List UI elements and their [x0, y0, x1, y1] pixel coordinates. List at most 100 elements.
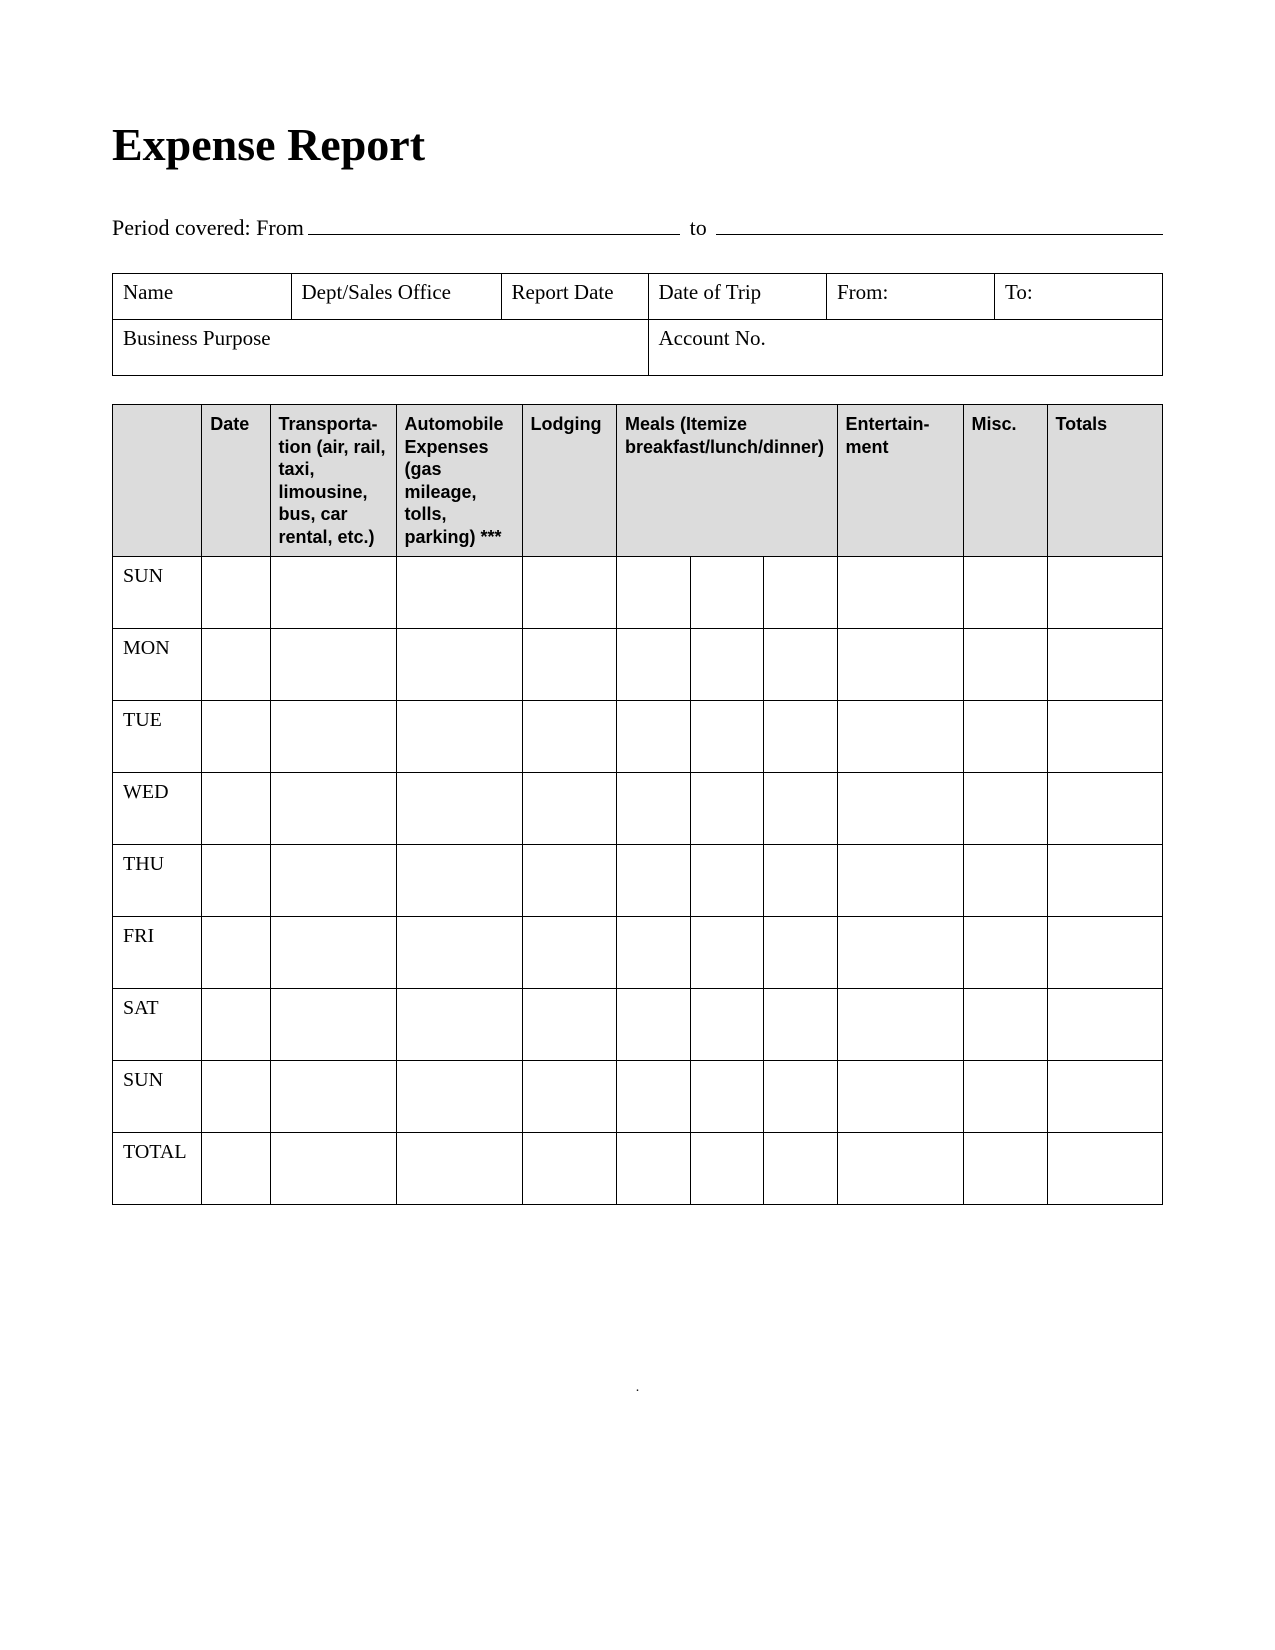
- expense-cell[interactable]: [690, 989, 764, 1061]
- expense-cell[interactable]: [396, 1133, 522, 1205]
- expense-cell[interactable]: [270, 917, 396, 989]
- expense-cell[interactable]: [617, 629, 691, 701]
- expense-cell[interactable]: [1047, 773, 1163, 845]
- business-purpose-cell[interactable]: Business Purpose: [113, 320, 649, 376]
- expense-cell[interactable]: [764, 1061, 838, 1133]
- expense-cell[interactable]: [202, 1133, 270, 1205]
- expense-cell[interactable]: [837, 773, 963, 845]
- expense-cell[interactable]: [690, 845, 764, 917]
- expense-cell[interactable]: [617, 557, 691, 629]
- expense-cell[interactable]: [764, 773, 838, 845]
- period-to-blank[interactable]: [716, 213, 1163, 235]
- expense-cell[interactable]: [1047, 989, 1163, 1061]
- expense-cell[interactable]: [764, 917, 838, 989]
- expense-cell[interactable]: [396, 845, 522, 917]
- expense-cell[interactable]: [1047, 917, 1163, 989]
- expense-cell[interactable]: [617, 701, 691, 773]
- expense-cell[interactable]: [764, 701, 838, 773]
- expense-cell[interactable]: [690, 629, 764, 701]
- expense-cell[interactable]: [837, 701, 963, 773]
- expense-cell[interactable]: [522, 629, 617, 701]
- name-cell[interactable]: Name: [113, 274, 292, 320]
- expense-cell[interactable]: [202, 629, 270, 701]
- expense-cell[interactable]: [396, 1061, 522, 1133]
- expense-cell[interactable]: [396, 917, 522, 989]
- expense-cell[interactable]: [963, 1133, 1047, 1205]
- expense-cell[interactable]: [963, 1061, 1047, 1133]
- expense-cell[interactable]: [837, 989, 963, 1061]
- expense-cell[interactable]: [202, 845, 270, 917]
- dept-cell[interactable]: Dept/Sales Office: [291, 274, 501, 320]
- expense-cell[interactable]: [1047, 629, 1163, 701]
- expense-cell[interactable]: [963, 845, 1047, 917]
- expense-cell[interactable]: [396, 701, 522, 773]
- expense-cell[interactable]: [617, 917, 691, 989]
- expense-cell[interactable]: [270, 1061, 396, 1133]
- from-cell[interactable]: From:: [827, 274, 995, 320]
- expense-cell[interactable]: [1047, 1061, 1163, 1133]
- expense-cell[interactable]: [963, 917, 1047, 989]
- expense-cell[interactable]: [837, 917, 963, 989]
- expense-cell[interactable]: [270, 845, 396, 917]
- expense-cell[interactable]: [764, 989, 838, 1061]
- expense-cell[interactable]: [837, 629, 963, 701]
- expense-cell[interactable]: [522, 701, 617, 773]
- expense-cell[interactable]: [396, 989, 522, 1061]
- expense-cell[interactable]: [202, 557, 270, 629]
- period-from-blank[interactable]: [308, 213, 680, 235]
- expense-cell[interactable]: [1047, 1133, 1163, 1205]
- expense-cell[interactable]: [396, 629, 522, 701]
- date-of-trip-cell[interactable]: Date of Trip: [648, 274, 827, 320]
- expense-cell[interactable]: [522, 1061, 617, 1133]
- expense-cell[interactable]: [690, 773, 764, 845]
- expense-cell[interactable]: [522, 989, 617, 1061]
- expense-cell[interactable]: [690, 1061, 764, 1133]
- expense-cell[interactable]: [764, 557, 838, 629]
- expense-cell[interactable]: [764, 1133, 838, 1205]
- expense-cell[interactable]: [837, 1061, 963, 1133]
- expense-cell[interactable]: [202, 701, 270, 773]
- expense-cell[interactable]: [270, 629, 396, 701]
- expense-cell[interactable]: [522, 917, 617, 989]
- expense-cell[interactable]: [963, 701, 1047, 773]
- expense-cell[interactable]: [270, 1133, 396, 1205]
- expense-cell[interactable]: [837, 1133, 963, 1205]
- expense-cell[interactable]: [1047, 557, 1163, 629]
- expense-cell[interactable]: [690, 1133, 764, 1205]
- expense-cell[interactable]: [963, 557, 1047, 629]
- expense-cell[interactable]: [690, 701, 764, 773]
- expense-cell[interactable]: [963, 629, 1047, 701]
- report-date-cell[interactable]: Report Date: [501, 274, 648, 320]
- expense-cell[interactable]: [396, 557, 522, 629]
- expense-cell[interactable]: [202, 773, 270, 845]
- expense-cell[interactable]: [617, 1133, 691, 1205]
- expense-cell[interactable]: [690, 917, 764, 989]
- expense-cell[interactable]: [963, 773, 1047, 845]
- expense-cell[interactable]: [690, 557, 764, 629]
- expense-cell[interactable]: [270, 701, 396, 773]
- expense-cell[interactable]: [522, 773, 617, 845]
- expense-cell[interactable]: [837, 557, 963, 629]
- expense-cell[interactable]: [522, 845, 617, 917]
- expense-cell[interactable]: [617, 989, 691, 1061]
- expense-cell[interactable]: [617, 1061, 691, 1133]
- expense-cell[interactable]: [764, 629, 838, 701]
- expense-cell[interactable]: [522, 557, 617, 629]
- expense-cell[interactable]: [617, 773, 691, 845]
- expense-cell[interactable]: [1047, 845, 1163, 917]
- expense-cell[interactable]: [270, 557, 396, 629]
- expense-cell[interactable]: [270, 773, 396, 845]
- expense-cell[interactable]: [202, 917, 270, 989]
- expense-cell[interactable]: [764, 845, 838, 917]
- expense-cell[interactable]: [522, 1133, 617, 1205]
- expense-cell[interactable]: [963, 989, 1047, 1061]
- account-no-cell[interactable]: Account No.: [648, 320, 1163, 376]
- expense-cell[interactable]: [396, 773, 522, 845]
- expense-cell[interactable]: [202, 989, 270, 1061]
- expense-cell[interactable]: [202, 1061, 270, 1133]
- expense-cell[interactable]: [1047, 701, 1163, 773]
- expense-cell[interactable]: [617, 845, 691, 917]
- expense-cell[interactable]: [270, 989, 396, 1061]
- expense-cell[interactable]: [837, 845, 963, 917]
- to-cell[interactable]: To:: [995, 274, 1163, 320]
